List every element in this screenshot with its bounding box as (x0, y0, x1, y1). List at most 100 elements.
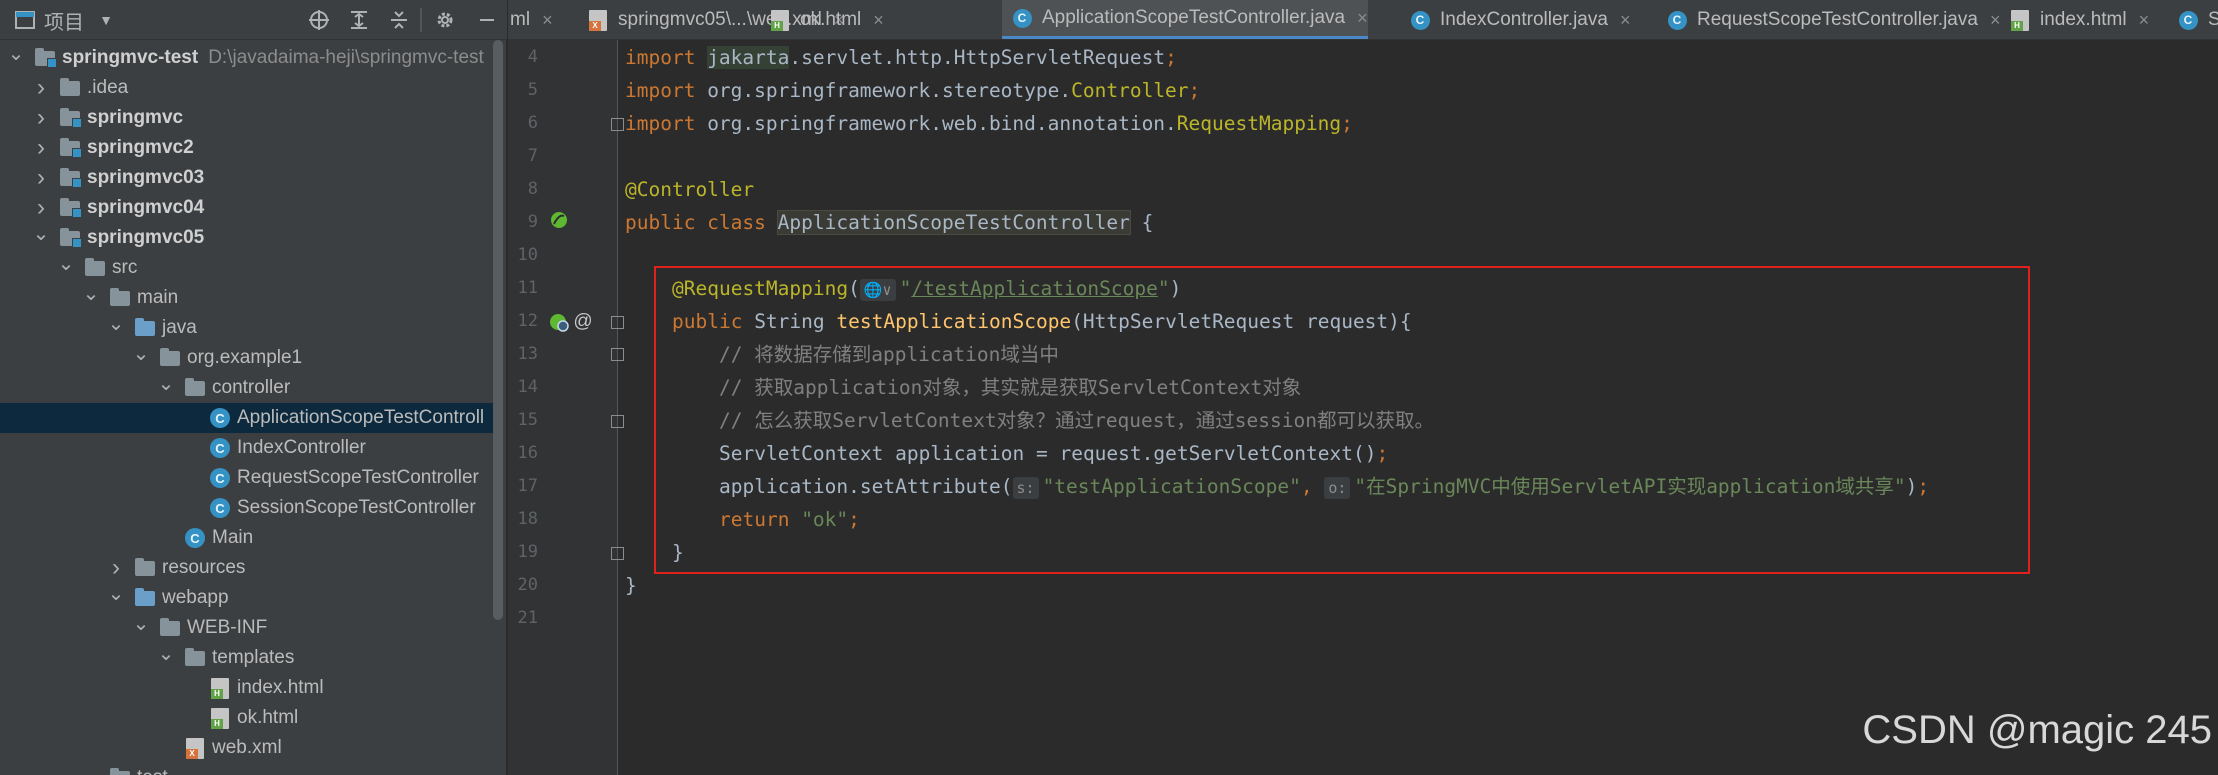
line-number: 11 (517, 278, 538, 298)
tree-item[interactable]: ⌄ controller (0, 373, 495, 403)
folder-icon (109, 287, 131, 309)
chevron-down-icon[interactable]: ⌄ (158, 373, 175, 403)
gear-icon[interactable] (432, 0, 458, 40)
at-annotation-icon[interactable]: @ (572, 310, 594, 334)
code-line[interactable]: } (625, 569, 637, 602)
chevron-down-icon[interactable]: ⌄ (8, 43, 25, 73)
locate-icon[interactable] (306, 0, 332, 40)
tree-item[interactable]: › springmvc2 (0, 133, 495, 163)
chevron-down-icon[interactable]: ⌄ (58, 253, 75, 283)
code-line[interactable]: import org.springframework.stereotype.Co… (625, 74, 1200, 107)
chevron-down-icon[interactable]: ⌄ (133, 613, 150, 643)
tree-item[interactable]: Xweb.xml (0, 733, 495, 763)
tree-item-label: controller (212, 377, 291, 398)
tree-item[interactable]: › springmvc04 (0, 193, 495, 223)
chevron-down-icon[interactable]: ⌄ (108, 583, 125, 613)
code-line[interactable]: public class ApplicationScopeTestControl… (625, 206, 1153, 239)
tree-item[interactable]: C RequestScopeTestController (0, 463, 495, 493)
code-token: ApplicationScopeTestController (776, 210, 1131, 235)
html-file-icon: H (209, 707, 231, 729)
tree-item[interactable]: Hok.html (0, 703, 495, 733)
code-line[interactable]: import org.springframework.web.bind.anno… (625, 107, 1353, 140)
chevron-right-icon[interactable]: › (33, 163, 49, 193)
tree-item[interactable]: ⌄ springmvc05 (0, 223, 495, 253)
line-number: 20 (517, 575, 538, 595)
chevron-down-icon[interactable]: ⌄ (33, 223, 50, 253)
tree-item[interactable]: ⌄ src (0, 253, 495, 283)
editor-tab[interactable]: C IndexController.java × (1400, 0, 1631, 39)
fold-marker[interactable] (611, 348, 624, 361)
line-number: 4 (527, 47, 538, 67)
editor-tab[interactable]: CS (2168, 0, 2218, 39)
tree-item[interactable]: C IndexController (0, 433, 495, 463)
chevron-right-icon[interactable]: › (33, 133, 49, 163)
editor-tab[interactable]: C ApplicationScopeTestController.java × (1002, 0, 1368, 39)
chevron-down-icon[interactable]: ⌄ (158, 643, 175, 673)
folder-icon (109, 767, 131, 775)
code-line[interactable]: @Controller (625, 173, 754, 206)
minimize-icon[interactable] (474, 0, 500, 40)
chevron-right-icon[interactable]: › (108, 553, 124, 583)
tree-item[interactable]: ⌄ WEB-INF (0, 613, 495, 643)
tree-item[interactable]: C Main (0, 523, 495, 553)
code-line[interactable]: import jakarta.servlet.http.HttpServletR… (625, 41, 1177, 74)
tree-item[interactable]: › springmvc03 (0, 163, 495, 193)
project-view-icon[interactable] (12, 0, 38, 40)
tree-item[interactable]: › springmvc (0, 103, 495, 133)
java-class-icon: C (184, 527, 206, 549)
close-icon[interactable]: × (542, 10, 553, 31)
chevron-down-icon[interactable]: ⌄ (133, 343, 150, 373)
spring-web-endpoint-icon[interactable] (548, 310, 570, 334)
chevron-down-icon[interactable]: ⌄ (83, 283, 100, 313)
editor-tab[interactable]: Hok.html × (760, 0, 884, 39)
editor-tab-label: ApplicationScopeTestController.java (1042, 7, 1346, 28)
tree-item[interactable]: ⌄ org.example1 (0, 343, 495, 373)
chevron-right-icon[interactable]: › (33, 193, 49, 223)
spring-bean-icon[interactable] (548, 208, 570, 232)
collapse-all-icon[interactable] (386, 0, 412, 40)
tree-item[interactable]: C SessionScopeTestController (0, 493, 495, 523)
fold-marker[interactable] (611, 316, 624, 329)
close-icon[interactable]: × (1620, 10, 1631, 31)
tree-item[interactable]: ⌄ templates (0, 643, 495, 673)
close-icon[interactable]: × (1357, 8, 1368, 29)
tree-item[interactable]: ⌄ test (0, 763, 495, 775)
tree-item[interactable]: ⌄ main (0, 283, 495, 313)
tree-item-label: index.html (237, 677, 324, 698)
fold-marker[interactable] (611, 118, 624, 131)
chevron-right-icon[interactable]: › (33, 73, 49, 103)
close-icon[interactable]: × (2139, 10, 2150, 31)
fold-marker[interactable] (611, 415, 624, 428)
code-token: . (789, 46, 802, 69)
tree-item[interactable]: Hindex.html (0, 673, 495, 703)
close-icon[interactable]: × (1990, 10, 2001, 31)
java-class-icon: C (1410, 10, 1430, 30)
code-token: jakarta (707, 46, 790, 69)
source-folder-icon (134, 317, 156, 339)
tree-scrollbar[interactable] (493, 40, 503, 620)
tree-item[interactable]: ⌄ springmvc-test D:\javadaima-heji\springm… (0, 43, 495, 73)
editor-tab[interactable]: C RequestScopeTestController.java × (1657, 0, 2001, 39)
editor-tab[interactable]: ml × (508, 0, 553, 39)
tree-item-label: main (137, 287, 179, 308)
tree-item[interactable]: ⌄ webapp (0, 583, 495, 613)
tree-item[interactable]: ⌄ java (0, 313, 495, 343)
fold-marker[interactable] (611, 547, 624, 560)
editor-tab[interactable]: Hindex.html × (2000, 0, 2150, 39)
chevron-right-icon[interactable]: › (33, 103, 49, 133)
tree-item[interactable]: › .idea (0, 73, 495, 103)
chevron-down-icon[interactable]: ⌄ (83, 763, 100, 775)
tree-item[interactable]: › resources (0, 553, 495, 583)
project-view-title[interactable]: 项目 (44, 0, 84, 40)
line-number: 9 (527, 212, 538, 232)
toolbar-divider (420, 8, 422, 32)
tree-item[interactable]: C ApplicationScopeTestControll (0, 403, 495, 433)
chevron-down-icon[interactable]: ⌄ (108, 313, 125, 343)
close-icon[interactable]: × (873, 10, 884, 31)
chevron-down-icon[interactable]: ▼ (96, 0, 116, 40)
expand-all-icon[interactable] (346, 0, 372, 40)
line-number: 10 (517, 245, 538, 265)
module-folder-icon (59, 107, 82, 129)
